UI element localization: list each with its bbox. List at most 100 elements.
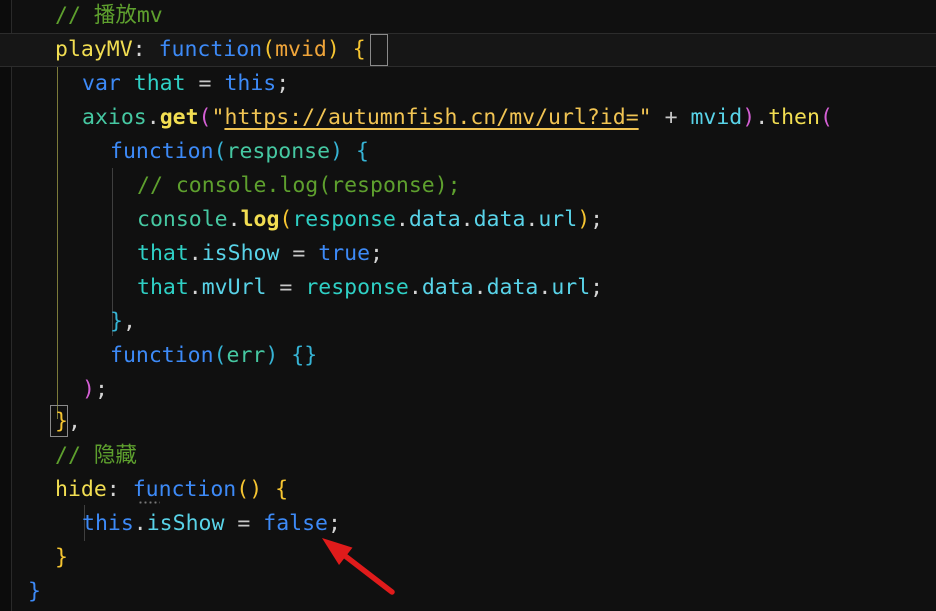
code-token: . <box>146 105 160 130</box>
code-token: ; <box>370 241 383 266</box>
code-token: . <box>538 275 552 300</box>
code-token: response <box>226 139 331 164</box>
code-line-17[interactable]: } <box>0 541 936 575</box>
code-token: function <box>110 139 214 164</box>
code-token: { <box>355 139 369 164</box>
code-token: = <box>198 71 212 96</box>
line-tokens: that.isShow = true; <box>137 237 383 271</box>
code-token: data <box>486 275 539 300</box>
code-token: " <box>638 105 652 130</box>
code-line-4[interactable]: axios.get("https://autumnfish.cn/mv/url?… <box>0 101 936 135</box>
code-token: . <box>460 207 474 232</box>
code-token: ) <box>742 105 756 130</box>
code-token: ; <box>328 511 341 536</box>
line-tokens: playMV: function(mvid) { <box>55 33 366 67</box>
code-token: playMV <box>55 37 133 62</box>
code-line-7[interactable]: console.log(response.data.data.url); <box>0 203 936 237</box>
code-token: = <box>292 241 306 266</box>
code-token: isShow <box>201 241 280 266</box>
code-token: . <box>188 241 202 266</box>
code-token: , <box>67 409 81 434</box>
code-line-14[interactable]: // 隐藏 <box>0 439 936 473</box>
code-token: data <box>408 207 461 232</box>
code-token: " <box>211 105 225 130</box>
code-line-9[interactable]: that.mvUrl = response.data.data.url; <box>0 271 936 305</box>
line-tokens: // 播放mv <box>55 0 163 33</box>
code-token: . <box>525 207 539 232</box>
code-token: : <box>106 477 120 502</box>
code-token: data <box>473 207 526 232</box>
code-token: mvid <box>690 105 743 130</box>
code-line-5[interactable]: function(response) { <box>0 135 936 169</box>
code-token: this <box>82 511 134 536</box>
line-tokens: var that = this; <box>82 67 289 101</box>
code-token: . <box>755 105 769 130</box>
code-token: = <box>237 511 251 536</box>
code-token: = <box>279 275 293 300</box>
code-line-3[interactable]: var that = this; <box>0 67 936 101</box>
code-token: ( <box>262 37 276 62</box>
code-token: . <box>227 207 241 232</box>
code-token: ) <box>330 139 344 164</box>
line-tokens: }, <box>55 405 81 439</box>
editor-squiggle-hint <box>138 500 160 506</box>
code-token: ( <box>279 207 293 232</box>
code-token: . <box>133 511 147 536</box>
code-line-18[interactable]: } <box>0 575 936 609</box>
code-line-2[interactable]: playMV: function(mvid) { <box>0 33 936 67</box>
code-token: response <box>292 207 396 232</box>
code-token: } <box>28 579 41 604</box>
code-token: mvUrl <box>201 275 267 300</box>
code-token: { <box>291 343 305 368</box>
code-token: err <box>226 343 266 368</box>
line-tokens: function(response) { <box>110 135 369 169</box>
code-line-8[interactable]: that.isShow = true; <box>0 237 936 271</box>
code-token: } <box>55 545 68 570</box>
code-token: // console.log(response); <box>137 173 461 198</box>
code-token: then <box>768 105 820 130</box>
line-tokens: // 隐藏 <box>55 439 137 473</box>
code-token: axios <box>82 105 147 130</box>
code-token: get <box>159 105 199 130</box>
code-token: } <box>110 309 123 334</box>
code-token: ; <box>590 275 604 300</box>
line-tokens: hide: function() { <box>55 473 288 507</box>
code-line-1[interactable]: // 播放mv <box>0 0 936 33</box>
code-token: } <box>55 409 68 434</box>
line-tokens: console.log(response.data.data.url); <box>137 203 603 237</box>
code-line-6[interactable]: // console.log(response); <box>0 169 936 203</box>
code-token: { <box>275 477 289 502</box>
code-token: function <box>110 343 214 368</box>
code-token: https://autumnfish.cn/mv/url?id= <box>224 105 639 130</box>
code-token: : <box>132 37 146 62</box>
line-tokens: } <box>55 541 68 575</box>
code-token: this <box>224 71 277 96</box>
code-token: . <box>188 275 202 300</box>
code-token: ) <box>249 477 263 502</box>
code-line-16[interactable]: this.isShow = false; <box>0 507 936 541</box>
code-token: log <box>240 207 280 232</box>
code-editor[interactable]: // 播放mv playMV: function(mvid) { var tha… <box>0 0 936 611</box>
code-line-11[interactable]: function(err) {} <box>0 339 936 373</box>
code-line-12[interactable]: ); <box>0 373 936 407</box>
code-token: ; <box>94 377 108 402</box>
code-token: ) <box>82 377 95 402</box>
code-token: isShow <box>146 511 225 536</box>
code-token: // 隐藏 <box>55 443 137 468</box>
code-token: } <box>304 343 318 368</box>
code-line-13[interactable]: }, <box>0 405 936 439</box>
code-line-10[interactable]: }, <box>0 305 936 339</box>
line-tokens: }, <box>110 305 136 339</box>
code-token: ( <box>213 139 227 164</box>
